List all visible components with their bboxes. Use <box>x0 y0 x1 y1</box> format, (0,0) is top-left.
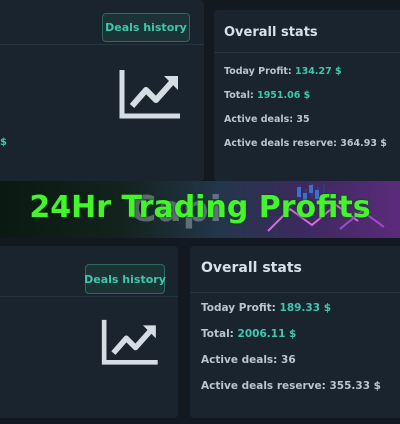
stats-title: Overall stats <box>224 25 318 40</box>
deals-card: Deals history <box>0 246 178 418</box>
stat-label: Total: <box>224 90 254 101</box>
stat-value: 134.27 $ <box>295 66 342 77</box>
divider <box>0 44 204 45</box>
active-deals-reserve-row: Active deals reserve: 355.33 $ <box>201 380 381 392</box>
stat-value: 1951.06 $ <box>257 90 311 101</box>
stat-label: Active deals reserve: <box>224 138 337 149</box>
deals-history-button[interactable]: Deals history <box>102 13 190 42</box>
active-deals-row: Active deals: 36 <box>201 354 296 366</box>
total-row: Total: 2006.11 $ <box>201 328 296 340</box>
divider <box>0 296 178 297</box>
stat-value: 2006.11 $ <box>237 328 297 340</box>
today-profit-row: Today Profit: 134.27 $ <box>224 66 342 77</box>
overall-stats-card: Overall stats Today Profit: 189.33 $ Tot… <box>190 246 400 418</box>
stat-value: 189.33 $ <box>279 302 331 314</box>
truncated-value: $ <box>0 137 7 148</box>
today-profit-row: Today Profit: 189.33 $ <box>201 302 331 314</box>
promo-banner: Capi 24Hr Trading Profits <box>0 181 400 238</box>
stat-label: Today Profit: <box>224 66 292 77</box>
stat-label: Active deals: <box>201 354 278 366</box>
banner-title: 24Hr Trading Profits <box>29 190 371 225</box>
stat-value: 36 <box>281 354 296 366</box>
stat-value: 35 <box>296 114 310 125</box>
deals-history-button[interactable]: Deals history <box>84 264 166 294</box>
stat-label: Active deals: <box>224 114 294 125</box>
stats-title: Overall stats <box>201 260 302 276</box>
stat-value: 364.93 $ <box>340 138 387 149</box>
stat-value: 355.33 $ <box>329 380 381 392</box>
divider <box>214 52 400 53</box>
top-screenshot: Deals history $ Overall stats Today Prof… <box>0 0 400 181</box>
trending-up-chart-icon <box>118 68 182 120</box>
active-deals-row: Active deals: 35 <box>224 114 310 125</box>
trending-up-chart-icon <box>100 318 160 366</box>
overall-stats-card: Overall stats Today Profit: 134.27 $ Tot… <box>214 10 400 181</box>
stat-label: Today Profit: <box>201 302 276 314</box>
stat-label: Active deals reserve: <box>201 380 326 392</box>
divider <box>190 292 400 293</box>
stat-label: Total: <box>201 328 234 340</box>
total-row: Total: 1951.06 $ <box>224 90 310 101</box>
bottom-screenshot: Deals history Overall stats Today Profit… <box>0 238 400 424</box>
deals-card: Deals history $ <box>0 0 204 181</box>
active-deals-reserve-row: Active deals reserve: 364.93 $ <box>224 138 387 149</box>
